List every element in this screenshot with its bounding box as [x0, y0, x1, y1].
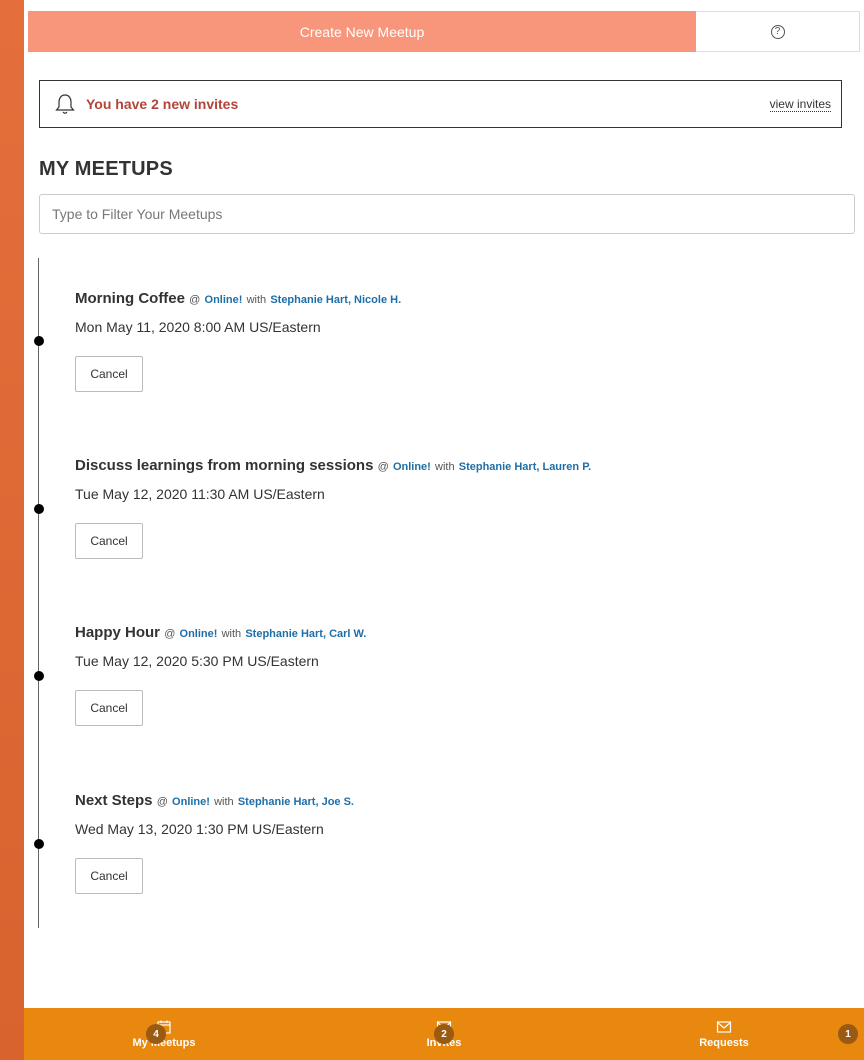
meetup-location-link[interactable]: Online! — [205, 294, 243, 306]
meetup-title: Happy Hour — [75, 624, 161, 641]
meetup-location-link[interactable]: Online! — [172, 796, 210, 808]
nav-invites[interactable]: Invites 2 — [304, 1008, 584, 1060]
question-circle-icon: ? — [770, 24, 785, 39]
meetup-item: Happy Hour @ Online! with Stephanie Hart… — [75, 624, 855, 726]
meetup-with: with — [246, 294, 267, 306]
meetup-people-link[interactable]: Stephanie Hart, Joe S. — [238, 796, 354, 808]
nav-label: Requests — [699, 1036, 749, 1049]
meetup-people-link[interactable]: Stephanie Hart, Nicole H. — [270, 294, 401, 306]
nav-my-meetups[interactable]: My Meetups 4 — [24, 1008, 304, 1060]
create-meetup-button[interactable]: Create New Meetup — [28, 11, 696, 52]
meetup-at: @ — [164, 628, 176, 640]
timeline-dot — [34, 839, 44, 849]
cancel-meetup-button[interactable]: Cancel — [75, 523, 143, 559]
meetup-item: Discuss learnings from morning sessions … — [75, 457, 855, 559]
meetup-people-link[interactable]: Stephanie Hart, Carl W. — [245, 628, 366, 640]
requests-count-badge: 1 — [838, 1024, 858, 1044]
meetup-at: @ — [156, 796, 168, 808]
help-button[interactable]: ? — [696, 11, 860, 52]
cancel-meetup-button[interactable]: Cancel — [75, 356, 143, 392]
meetup-item: Next Steps @ Online! with Stephanie Hart… — [75, 792, 855, 894]
meetup-location-link[interactable]: Online! — [393, 461, 431, 473]
invites-banner: You have 2 new invites view invites — [39, 80, 842, 128]
envelope-icon — [716, 1020, 732, 1033]
meetup-time: Tue May 12, 2020 5:30 PM US/Eastern — [75, 653, 319, 669]
meetup-at: @ — [377, 461, 389, 473]
nav-requests[interactable]: Requests 1 — [584, 1008, 864, 1060]
bell-icon — [55, 94, 75, 114]
timeline-dot — [34, 336, 44, 346]
invites-count-badge: 2 — [434, 1024, 454, 1044]
timeline-line — [38, 258, 39, 928]
meetups-count-badge: 4 — [146, 1024, 166, 1044]
timeline-dot — [34, 504, 44, 514]
filter-meetups-input[interactable] — [39, 194, 855, 234]
meetup-title: Next Steps — [75, 792, 153, 809]
timeline-dot — [34, 671, 44, 681]
invites-message: You have 2 new invites — [86, 96, 239, 112]
meetup-with: with — [214, 796, 234, 808]
page-title: MY MEETUPS — [39, 158, 173, 180]
meetup-with: with — [221, 628, 242, 640]
meetup-people-link[interactable]: Stephanie Hart, Lauren P. — [459, 461, 591, 473]
cancel-meetup-button[interactable]: Cancel — [75, 690, 143, 726]
meetup-time: Wed May 13, 2020 1:30 PM US/Eastern — [75, 821, 324, 837]
cancel-meetup-button[interactable]: Cancel — [75, 858, 143, 894]
meetup-title: Discuss learnings from morning sessions — [75, 457, 374, 474]
meetup-title: Morning Coffee — [75, 290, 185, 307]
meetup-with: with — [435, 461, 455, 473]
meetup-at: @ — [189, 294, 201, 306]
view-invites-link[interactable]: view invites — [769, 97, 831, 112]
meetup-location-link[interactable]: Online! — [180, 628, 218, 640]
meetup-time: Mon May 11, 2020 8:00 AM US/Eastern — [75, 319, 321, 335]
bottom-nav: My Meetups 4 Invites 2 Requests 1 — [24, 1008, 864, 1060]
top-bar: Create New Meetup ? — [28, 11, 860, 52]
meetup-time: Tue May 12, 2020 11:30 AM US/Eastern — [75, 486, 325, 502]
meetup-item: Morning Coffee @ Online! with Stephanie … — [75, 290, 855, 392]
main-panel: Create New Meetup ? You have 2 new invit… — [24, 0, 864, 1060]
